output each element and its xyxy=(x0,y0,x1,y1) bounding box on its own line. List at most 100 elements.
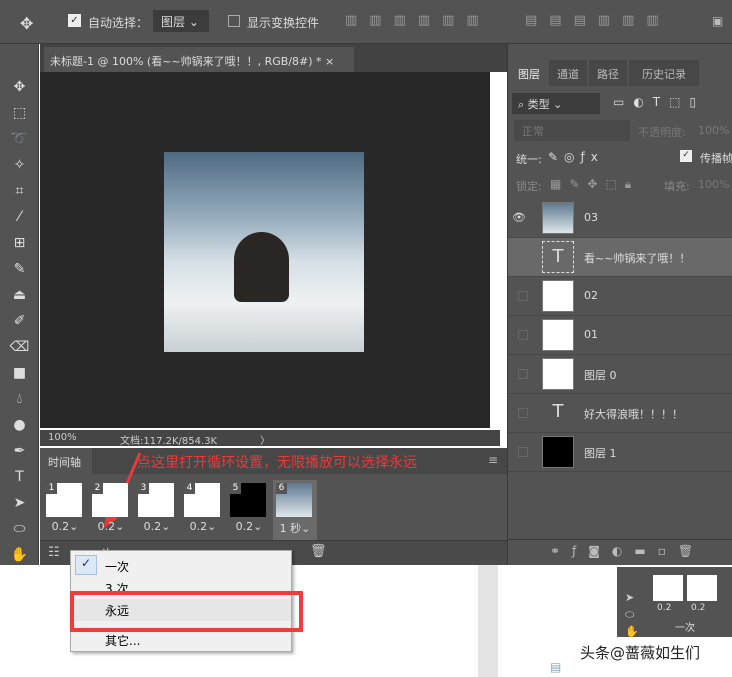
delay-value: 0.2 xyxy=(235,520,254,533)
propagate-checkbox[interactable]: ✓ xyxy=(680,150,692,162)
stamp-icon[interactable]: ⏏ xyxy=(0,282,39,308)
ellipse-icon[interactable]: ⬭ xyxy=(0,516,39,542)
layer-thumb xyxy=(542,436,574,468)
frame[interactable]: 1 0.2⌄ xyxy=(43,480,87,540)
loop-menu-item[interactable]: 一次 xyxy=(71,555,291,577)
visibility-toggle[interactable] xyxy=(518,408,528,418)
lasso-icon[interactable]: ➰ xyxy=(0,126,39,152)
layer-row[interactable]: 👁︎ 03 xyxy=(508,199,732,238)
layer-row[interactable]: T 好大得浪哦！！！！ xyxy=(508,394,732,433)
frame[interactable]: 2 0.2⌄ xyxy=(89,480,133,540)
eyedropper-icon[interactable]: ⁄ xyxy=(0,204,39,230)
lock-icons[interactable]: ▦✎✥⬚🔒︎ xyxy=(550,177,639,192)
tab-history[interactable]: 历史记录 xyxy=(629,60,699,86)
frame-delay[interactable]: 0.2⌄ xyxy=(227,520,271,533)
layer-row[interactable]: 图层 1 xyxy=(508,433,732,472)
status-menu-arrow[interactable]: 〉 xyxy=(260,432,270,447)
panel-icon[interactable]: ▣ xyxy=(712,14,723,28)
scroll-strip xyxy=(478,565,498,677)
mini-screenshot: ➤ ⬭ ✋ 0.2 0.2 一次 xyxy=(617,567,732,638)
doc-size: 文档:117.2K/854.3K xyxy=(120,436,218,447)
visibility-toggle[interactable] xyxy=(518,330,528,340)
show-transform-checkbox[interactable] xyxy=(228,15,240,27)
frame[interactable]: 3 0.2⌄ xyxy=(135,480,179,540)
crop-icon[interactable]: ⌗ xyxy=(0,178,39,204)
auto-select-label: 自动选择： xyxy=(88,16,149,30)
magic-wand-icon[interactable]: ✧ xyxy=(0,152,39,178)
layer-actions[interactable]: ⚭ƒ◙◐▬▫🗑︎ xyxy=(508,539,732,565)
opacity-label: 不透明度: xyxy=(638,126,686,139)
auto-select-checkbox[interactable]: ✓ xyxy=(68,14,81,27)
fill-field[interactable]: 100% xyxy=(698,178,729,191)
blend-mode-dropdown[interactable]: 正常 xyxy=(514,120,630,141)
auto-select-dropdown[interactable]: 图层 ⌄ xyxy=(153,10,209,32)
distribute-icons[interactable]: ▤▤▤▥▥▥ xyxy=(525,13,671,28)
frame[interactable]: 5 0.2⌄ xyxy=(227,480,271,540)
panel-menu-icon[interactable]: ≡ xyxy=(488,453,498,467)
unify-label: 统一: xyxy=(516,153,542,166)
blur-icon[interactable]: 💧︎ xyxy=(0,386,39,412)
close-tab-icon[interactable]: × xyxy=(325,55,334,68)
visibility-toggle[interactable] xyxy=(518,291,528,301)
path-select-icon[interactable]: ➤ xyxy=(0,490,39,516)
tab-paths[interactable]: 路径 xyxy=(589,60,627,86)
frame[interactable]: 4 0.2⌄ xyxy=(181,480,225,540)
healing-icon[interactable]: ⊞ xyxy=(0,230,39,256)
eraser-icon[interactable]: ⌫ xyxy=(0,334,39,360)
tab-layers[interactable]: 图层 xyxy=(511,60,547,86)
layer-row[interactable]: 02 xyxy=(508,277,732,316)
frame-number: 6 xyxy=(276,483,287,494)
mini-delay: 0.2 xyxy=(657,603,672,613)
history-brush-icon[interactable]: ✐ xyxy=(0,308,39,334)
layer-row[interactable]: T 看~~帅锅来了哦！！ xyxy=(508,238,732,277)
document-tabs: 未标题-1 @ 100% (看~~帅锅来了哦！！, RGB/8#) * × xyxy=(40,44,507,72)
zoom-level[interactable]: 100% xyxy=(48,432,77,443)
timeline-tab[interactable]: 时间轴 xyxy=(40,448,92,474)
filter-dropdown[interactable]: ⌕ 类型 ⌄ xyxy=(512,93,600,114)
hand-icon[interactable]: ✋ xyxy=(0,542,39,568)
convert-icon[interactable]: ☷ xyxy=(48,545,60,560)
layer-name: 01 xyxy=(584,328,598,341)
brush-icon[interactable]: ✎ xyxy=(0,256,39,282)
layer-name: 图层 1 xyxy=(584,447,617,460)
layer-row[interactable]: 01 xyxy=(508,316,732,355)
layer-name: 看~~帅锅来了哦！！ xyxy=(584,252,691,265)
dodge-icon[interactable]: ● xyxy=(0,412,39,438)
unify-icons[interactable]: ✎◎ƒx xyxy=(548,150,604,164)
frame[interactable]: 6 1 秒⌄ xyxy=(273,480,317,540)
eye-icon[interactable]: 👁︎ xyxy=(512,211,526,225)
visibility-toggle[interactable] xyxy=(518,447,528,457)
loop-menu-item[interactable]: 其它... xyxy=(71,629,291,651)
opacity-field[interactable]: 100% xyxy=(698,124,729,137)
delay-value: 0.2 xyxy=(97,520,116,533)
document-tab[interactable]: 未标题-1 @ 100% (看~~帅锅来了哦！！, RGB/8#) * × xyxy=(44,47,354,72)
frame-delay[interactable]: 0.2⌄ xyxy=(89,520,133,533)
watermark: 头条@蔷薇如生们 xyxy=(580,644,701,662)
visibility-toggle[interactable] xyxy=(518,252,528,262)
status-bar: 100% 文档:117.2K/854.3K 〉 xyxy=(40,430,500,447)
visibility-toggle[interactable] xyxy=(518,369,528,379)
layer-name: 图层 0 xyxy=(584,369,617,382)
frame-delay[interactable]: 0.2⌄ xyxy=(43,520,87,533)
document-icon: ▤ xyxy=(550,660,562,674)
filter-icons[interactable]: ▭◐T⬚▯ xyxy=(613,95,705,109)
delay-value: 0.2 xyxy=(143,520,162,533)
frame-delay[interactable]: 0.2⌄ xyxy=(135,520,179,533)
move-icon[interactable]: ✥ xyxy=(0,74,39,100)
tab-channels[interactable]: 通道 xyxy=(549,60,587,86)
move-tool-icon[interactable]: ✥ xyxy=(20,14,33,33)
gradient-icon[interactable]: ■ xyxy=(0,360,39,386)
annotation-text: 点这里打开循环设置，无限播放可以选择永远 xyxy=(137,455,417,471)
marquee-icon[interactable]: ⬚ xyxy=(0,100,39,126)
delete-frame-icon[interactable]: 🗑︎ xyxy=(310,544,327,559)
type-icon[interactable]: T xyxy=(0,464,39,490)
canvas-area[interactable] xyxy=(40,72,490,428)
layer-row[interactable]: 图层 0 xyxy=(508,355,732,394)
highlight-box xyxy=(70,591,303,632)
align-icons[interactable]: ▥▥▥▥▥▥ xyxy=(345,13,491,28)
frame-delay[interactable]: 0.2⌄ xyxy=(181,520,225,533)
frame-number: 4 xyxy=(184,483,195,494)
frame-delay[interactable]: 1 秒⌄ xyxy=(273,520,317,536)
frame-number: 5 xyxy=(230,483,241,494)
pen-icon[interactable]: ✒ xyxy=(0,438,39,464)
